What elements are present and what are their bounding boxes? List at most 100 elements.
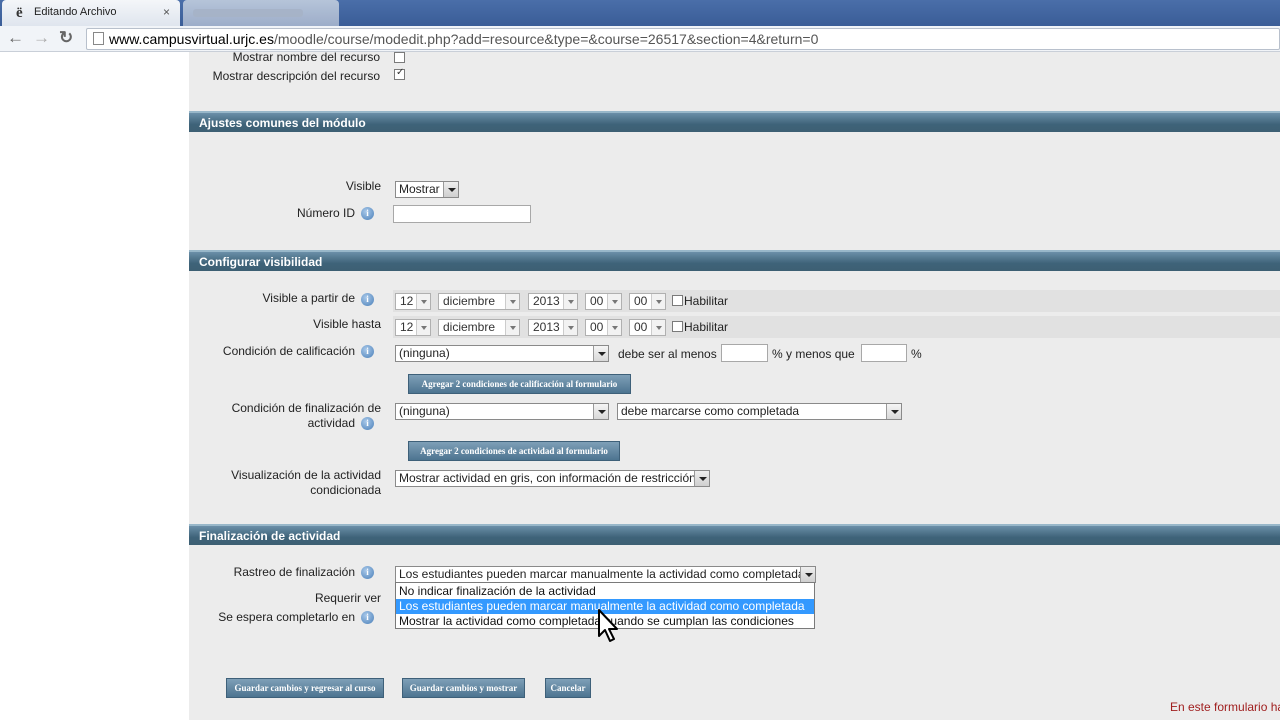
until-day-value: 12 [400,320,414,334]
show-name-label: Mostrar nombre del recurso [232,52,380,64]
chevron-down-icon [800,567,815,582]
from-hour-value: 00 [590,294,604,308]
chevron-down-icon [563,294,577,309]
conditional-display-label-line1: Visualización de la actividad [231,468,381,482]
until-day-select[interactable]: 12 [395,319,431,336]
tab-title-blurred [193,9,303,17]
pct-and-less-than-text: % y menos que [772,347,855,361]
chevron-down-icon [505,294,519,309]
from-day-select[interactable]: 12 [395,293,431,310]
until-year-select[interactable]: 2013 [528,319,578,336]
chevron-down-icon [651,320,665,335]
grade-min-input[interactable] [721,344,768,362]
chevron-down-icon [607,320,621,335]
until-month-select[interactable]: diciembre [438,319,520,336]
show-name-checkbox[interactable] [394,52,405,63]
until-minute-value: 00 [634,320,648,334]
chevron-down-icon [593,404,608,419]
activity-condition-state-value: debe marcarse como completada [621,404,800,418]
save-and-show-button[interactable]: Guardar cambios y mostrar [402,678,525,698]
chevron-down-icon [563,320,577,335]
from-month-value: diciembre [443,294,496,308]
from-year-select[interactable]: 2013 [528,293,578,310]
chevron-down-icon [694,471,709,486]
from-enable-checkbox[interactable] [672,295,683,306]
show-description-checkbox[interactable] [394,67,405,80]
help-icon[interactable]: i [361,417,374,430]
grade-max-input[interactable] [861,344,907,362]
visible-until-label: Visible hasta [313,317,381,331]
visible-select[interactable]: Mostrar [395,181,459,198]
require-view-label: Requerir ver [314,591,381,605]
conditional-display-select[interactable]: Mostrar actividad en gris, con informaci… [395,470,710,487]
fieldset-module-common-header[interactable]: Ajustes comunes del módulo [189,111,1280,132]
grade-condition-label: Condición de calificación [222,344,355,358]
chevron-down-icon [651,294,665,309]
from-minute-value: 00 [634,294,648,308]
close-tab-icon[interactable]: × [163,0,170,24]
until-hour-select[interactable]: 00 [585,319,622,336]
from-hour-select[interactable]: 00 [585,293,622,310]
must-be-at-least-text: debe ser al menos [618,347,717,361]
id-number-input[interactable] [393,205,531,223]
save-and-return-button[interactable]: Guardar cambios y regresar al curso [226,678,384,698]
from-day-value: 12 [400,294,414,308]
activity-condition-select[interactable]: (ninguna) [395,403,609,420]
forward-icon[interactable]: → [33,28,50,48]
dropdown-option[interactable]: No indicar finalización de la actividad [396,584,814,599]
visible-from-label: Visible a partir de [262,291,356,305]
pct-text: % [911,347,922,361]
visible-from-row [393,290,1280,312]
show-description-label: Mostrar descripción del recurso [212,69,380,83]
from-minute-select[interactable]: 00 [629,293,666,310]
help-icon[interactable]: i [361,611,374,624]
tab-background[interactable] [183,0,339,26]
chevron-down-icon [607,294,621,309]
id-number-label: Número ID [296,206,355,220]
from-month-select[interactable]: diciembre [438,293,520,310]
help-icon[interactable]: i [361,566,374,579]
from-year-value: 2013 [533,294,560,308]
help-icon[interactable]: i [361,207,374,220]
url-host: www.campusvirtual.urjc.es [109,31,274,47]
completion-tracking-label: Rastreo de finalización [233,565,355,579]
cancel-button[interactable]: Cancelar [545,678,591,698]
until-enable-checkbox[interactable] [672,321,683,332]
grade-condition-select[interactable]: (ninguna) [395,345,609,362]
fieldset-completion-header[interactable]: Finalización de actividad [189,524,1280,545]
browser-toolbar: ← → ↻ www.campusvirtual.urjc.es/moodle/c… [0,26,1280,52]
until-year-value: 2013 [533,320,560,334]
url-text: www.campusvirtual.urjc.es/moodle/course/… [109,29,818,49]
page-icon [93,32,104,45]
add-activity-conditions-button[interactable]: Agregar 2 condiciones de actividad al fo… [408,441,620,461]
help-icon[interactable]: i [361,293,374,306]
grade-condition-value: (ninguna) [399,346,450,360]
e-icon: ë [16,5,23,21]
back-icon[interactable]: ← [7,28,24,48]
add-grade-conditions-button[interactable]: Agregar 2 condiciones de calificación al… [408,374,631,394]
mouse-cursor-icon [598,609,618,642]
tab-editando-archivo[interactable]: ë Editando Archivo × [2,0,180,26]
until-enable-label: Habilitar [684,320,729,334]
visible-until-row [393,316,1280,338]
address-bar[interactable]: www.campusvirtual.urjc.es/moodle/course/… [86,28,1280,50]
activity-condition-state-select[interactable]: debe marcarse como completada [617,403,902,420]
chevron-down-icon [886,404,901,419]
help-icon[interactable]: i [361,345,374,358]
until-hour-value: 00 [590,320,604,334]
chevron-down-icon [443,182,458,197]
completion-tracking-value: Los estudiantes pueden marcar manualment… [399,567,805,581]
visible-label: Visible [345,179,381,193]
until-minute-select[interactable]: 00 [629,319,666,336]
expected-completion-label: Se espera completarlo en [218,610,355,624]
fieldset-visibility-header[interactable]: Configurar visibilidad [189,250,1280,271]
chevron-down-icon [505,320,519,335]
chevron-down-icon [416,294,430,309]
chevron-down-icon [416,320,430,335]
completion-tracking-select[interactable]: Los estudiantes pueden marcar manualment… [395,566,816,583]
activity-condition-label-line1: Condición de finalización de [231,401,381,415]
page-viewport: Mostrar nombre del recurso Mostrar descr… [0,52,1280,720]
reload-icon[interactable]: ↻ [59,28,73,48]
tab-title: Editando Archivo [34,6,117,18]
required-fields-note: En este formulario ha [1170,700,1280,714]
